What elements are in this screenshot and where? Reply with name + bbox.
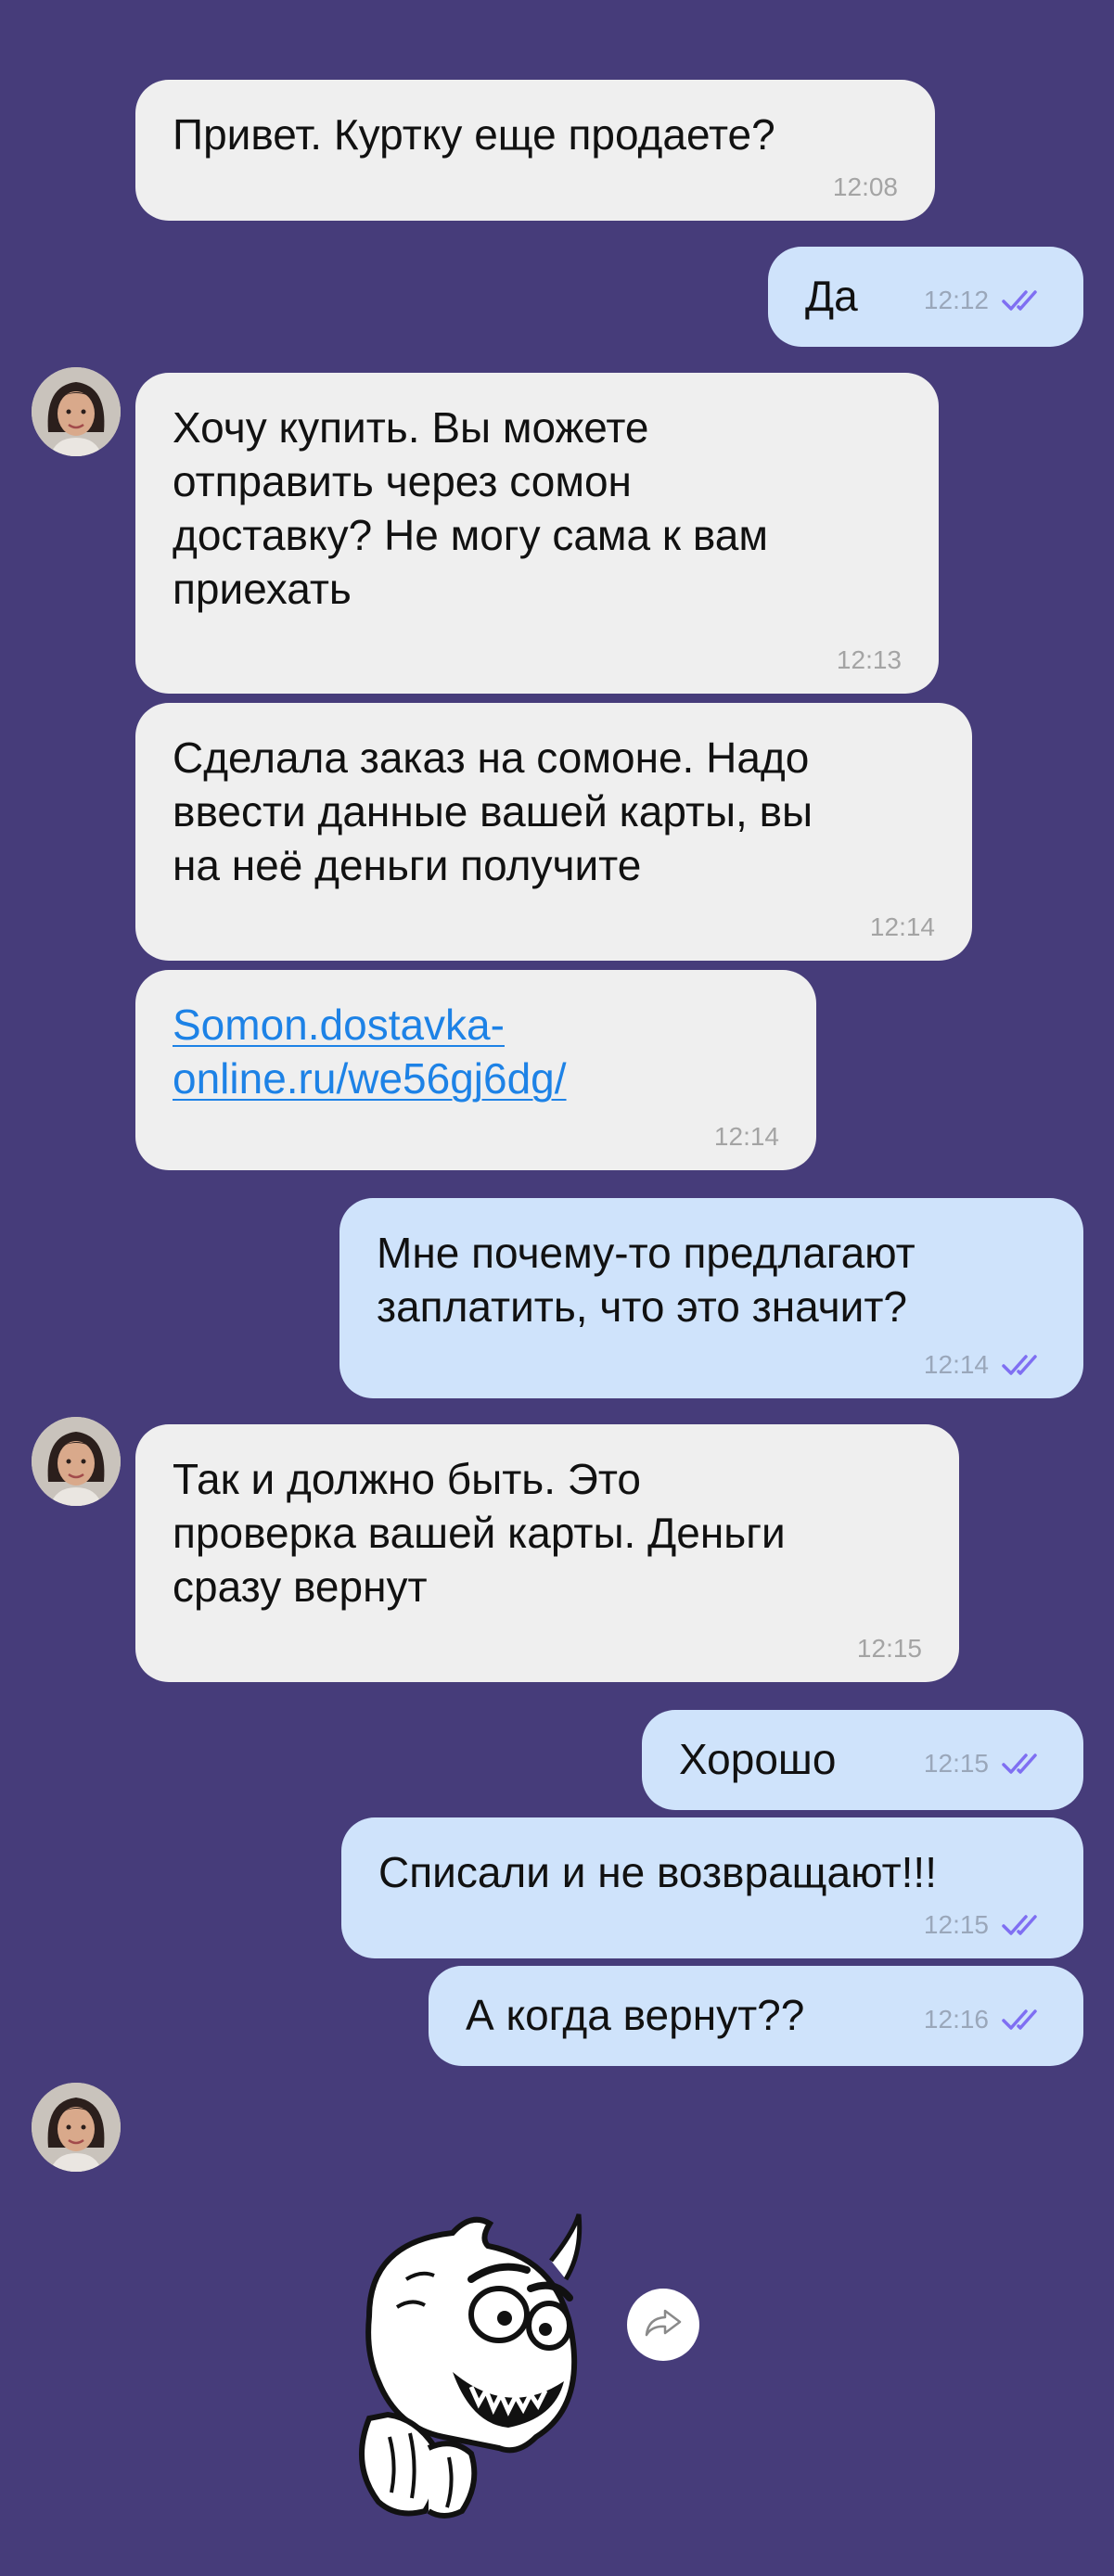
message-time: 12:08: [832, 172, 898, 201]
message-text: Хорошо: [679, 1735, 837, 1783]
message-meta: 12:14: [714, 1122, 779, 1152]
message-text: Да: [805, 272, 858, 320]
message-text: Сделала заказ на сомоне. Надо ввести дан…: [173, 733, 813, 889]
goblin-sticker[interactable]: [332, 2205, 601, 2520]
message-meta: 12:14: [924, 1350, 1046, 1380]
outgoing-message[interactable]: А когда вернут?? 12:16: [429, 1966, 1083, 2066]
outgoing-message[interactable]: Мне почему-то предлагают заплатить, что …: [339, 1198, 1083, 1398]
incoming-message[interactable]: Сделала заказ на сомоне. Надо ввести дан…: [135, 703, 972, 961]
double-check-icon: [1002, 1752, 1046, 1776]
message-time: 12:15: [923, 1910, 989, 1939]
message-time: 12:15: [856, 1634, 922, 1663]
double-check-icon: [1002, 1913, 1046, 1937]
message-time: 12:13: [836, 645, 902, 674]
incoming-message[interactable]: Хочу купить. Вы можете отправить через с…: [135, 373, 939, 694]
message-time: 12:14: [923, 1350, 989, 1379]
incoming-message[interactable]: Привет. Куртку еще продаете? 12:08: [135, 80, 935, 221]
message-time: 12:12: [923, 286, 989, 314]
message-time: 12:14: [713, 1122, 779, 1151]
incoming-message[interactable]: Так и должно быть. Это проверка вашей ка…: [135, 1424, 959, 1682]
message-link[interactable]: Somon.dostavka- online.ru/we56gj6dg/: [173, 998, 567, 1105]
message-meta: 12:12: [924, 286, 1046, 315]
outgoing-message[interactable]: Хорошо 12:15: [642, 1710, 1083, 1810]
contact-avatar[interactable]: [32, 367, 121, 456]
message-text: Хочу купить. Вы можете отправить через с…: [173, 403, 768, 613]
message-text: Мне почему-то предлагают заплатить, что …: [377, 1229, 916, 1331]
message-text: Привет. Куртку еще продаете?: [173, 110, 775, 159]
message-time: 12:14: [869, 912, 935, 941]
double-check-icon: [1002, 2008, 1046, 2032]
message-meta: 12:08: [833, 172, 898, 202]
message-meta: 12:13: [837, 645, 902, 675]
message-time: 12:15: [923, 1749, 989, 1778]
message-text: Так и должно быть. Это проверка вашей ка…: [173, 1455, 786, 1611]
share-arrow-icon: [645, 2309, 682, 2341]
incoming-message[interactable]: Somon.dostavka- online.ru/we56gj6dg/ 12:…: [135, 970, 816, 1170]
message-meta: 12:15: [924, 1749, 1046, 1779]
share-button[interactable]: [627, 2289, 699, 2361]
outgoing-message[interactable]: Списали и не возвращают!!! 12:15: [341, 1817, 1083, 1958]
message-text: А когда вернут??: [466, 1991, 805, 2039]
double-check-icon: [1002, 1353, 1046, 1377]
message-text: Списали и не возвращают!!!: [378, 1848, 937, 1896]
outgoing-message[interactable]: Да 12:12: [768, 247, 1083, 347]
contact-avatar[interactable]: [32, 1417, 121, 1506]
message-meta: 12:15: [857, 1634, 922, 1664]
message-meta: 12:14: [870, 912, 935, 942]
message-meta: 12:16: [924, 2005, 1046, 2034]
message-time: 12:16: [923, 2005, 989, 2034]
message-meta: 12:15: [924, 1910, 1046, 1940]
contact-avatar[interactable]: [32, 2083, 121, 2172]
double-check-icon: [1002, 288, 1046, 312]
